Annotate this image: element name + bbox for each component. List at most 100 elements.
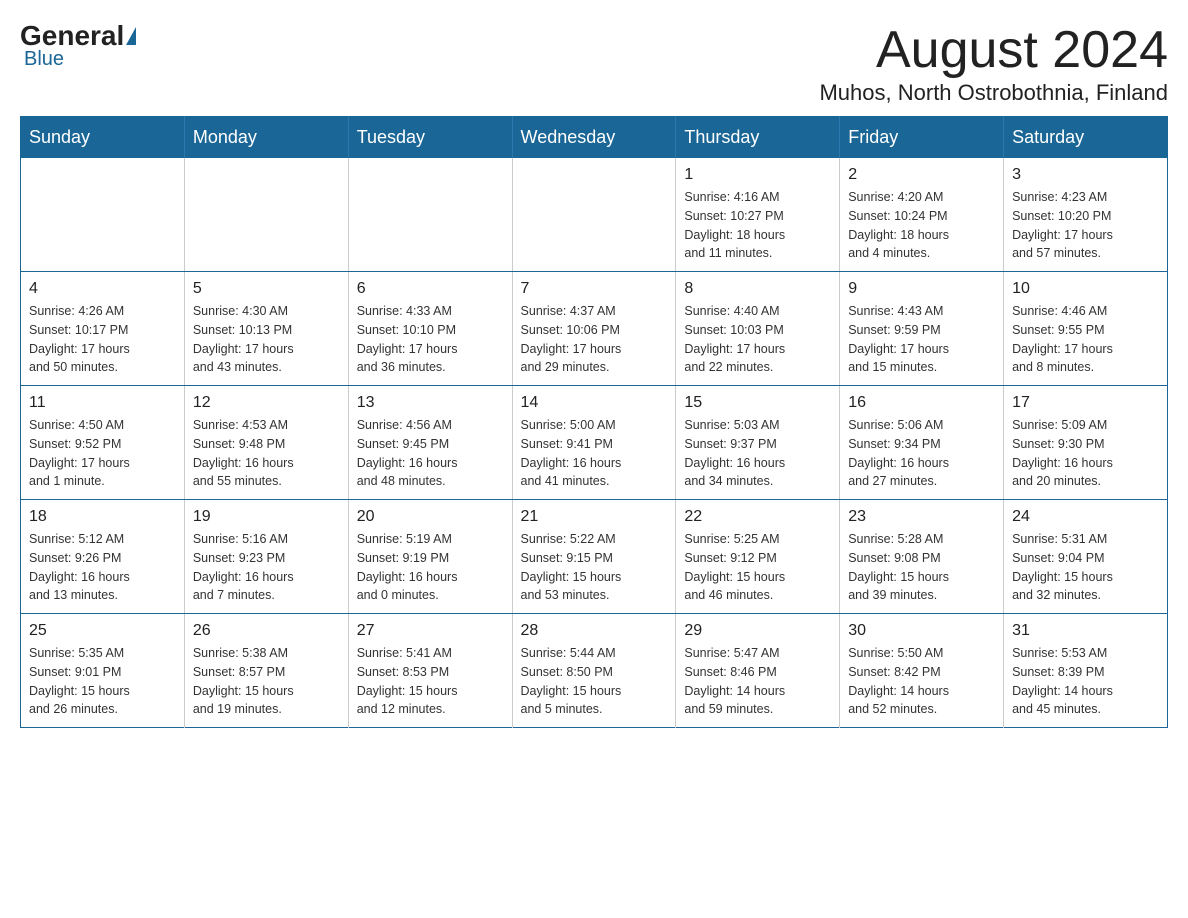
day-number: 13 [357, 394, 504, 412]
logo: General Blue [20, 20, 138, 71]
day-info: Sunrise: 4:43 AMSunset: 9:59 PMDaylight:… [848, 302, 995, 377]
weekday-header-monday: Monday [184, 117, 348, 159]
calendar-cell: 2 Sunrise: 4:20 AMSunset: 10:24 PMDayligh… [840, 158, 1004, 272]
day-number: 25 [29, 622, 176, 640]
weekday-header-row: SundayMondayTuesdayWednesdayThursdayFrid… [21, 117, 1168, 159]
day-number: 9 [848, 280, 995, 298]
day-number: 5 [193, 280, 340, 298]
day-number: 2 [848, 166, 995, 184]
day-info: Sunrise: 4:16 AMSunset: 10:27 PMDaylight… [684, 188, 831, 263]
day-number: 30 [848, 622, 995, 640]
location: Muhos, North Ostrobothnia, Finland [819, 80, 1168, 106]
calendar-cell [184, 158, 348, 272]
day-info: Sunrise: 5:28 AMSunset: 9:08 PMDaylight:… [848, 530, 995, 605]
calendar-cell: 30 Sunrise: 5:50 AMSunset: 8:42 PMDayligh… [840, 614, 1004, 728]
day-number: 6 [357, 280, 504, 298]
calendar-cell [348, 158, 512, 272]
day-info: Sunrise: 5:00 AMSunset: 9:41 PMDaylight:… [521, 416, 668, 491]
week-row-3: 11 Sunrise: 4:50 AMSunset: 9:52 PMDayligh… [21, 386, 1168, 500]
calendar-cell: 5 Sunrise: 4:30 AMSunset: 10:13 PMDayligh… [184, 272, 348, 386]
calendar-cell: 22 Sunrise: 5:25 AMSunset: 9:12 PMDayligh… [676, 500, 840, 614]
day-info: Sunrise: 5:41 AMSunset: 8:53 PMDaylight:… [357, 644, 504, 719]
day-number: 7 [521, 280, 668, 298]
day-info: Sunrise: 5:47 AMSunset: 8:46 PMDaylight:… [684, 644, 831, 719]
day-number: 1 [684, 166, 831, 184]
day-number: 8 [684, 280, 831, 298]
day-info: Sunrise: 5:38 AMSunset: 8:57 PMDaylight:… [193, 644, 340, 719]
day-number: 19 [193, 508, 340, 526]
page-header: General Blue August 2024 Muhos, North Os… [20, 20, 1168, 106]
day-number: 12 [193, 394, 340, 412]
day-info: Sunrise: 4:30 AMSunset: 10:13 PMDaylight… [193, 302, 340, 377]
calendar-cell: 8 Sunrise: 4:40 AMSunset: 10:03 PMDayligh… [676, 272, 840, 386]
calendar-cell: 14 Sunrise: 5:00 AMSunset: 9:41 PMDayligh… [512, 386, 676, 500]
day-number: 28 [521, 622, 668, 640]
weekday-header-saturday: Saturday [1004, 117, 1168, 159]
calendar-cell: 11 Sunrise: 4:50 AMSunset: 9:52 PMDayligh… [21, 386, 185, 500]
day-info: Sunrise: 5:03 AMSunset: 9:37 PMDaylight:… [684, 416, 831, 491]
day-number: 22 [684, 508, 831, 526]
day-info: Sunrise: 5:25 AMSunset: 9:12 PMDaylight:… [684, 530, 831, 605]
calendar-cell: 15 Sunrise: 5:03 AMSunset: 9:37 PMDayligh… [676, 386, 840, 500]
calendar-cell [512, 158, 676, 272]
calendar-cell: 17Sunrise: 5:09 AMSunset: 9:30 PMDayligh… [1004, 386, 1168, 500]
calendar-cell: 20Sunrise: 5:19 AMSunset: 9:19 PMDayligh… [348, 500, 512, 614]
calendar-cell: 13 Sunrise: 4:56 AMSunset: 9:45 PMDayligh… [348, 386, 512, 500]
day-number: 31 [1012, 622, 1159, 640]
day-number: 21 [521, 508, 668, 526]
day-number: 24 [1012, 508, 1159, 526]
day-info: Sunrise: 5:12 AMSunset: 9:26 PMDaylight:… [29, 530, 176, 605]
weekday-header-friday: Friday [840, 117, 1004, 159]
title-section: August 2024 Muhos, North Ostrobothnia, F… [819, 20, 1168, 106]
day-info: Sunrise: 4:50 AMSunset: 9:52 PMDaylight:… [29, 416, 176, 491]
day-info: Sunrise: 5:09 AMSunset: 9:30 PMDaylight:… [1012, 416, 1159, 491]
day-number: 14 [521, 394, 668, 412]
day-number: 16 [848, 394, 995, 412]
calendar-cell: 24 Sunrise: 5:31 AMSunset: 9:04 PMDayligh… [1004, 500, 1168, 614]
calendar-cell: 28Sunrise: 5:44 AMSunset: 8:50 PMDayligh… [512, 614, 676, 728]
week-row-5: 25Sunrise: 5:35 AMSunset: 9:01 PMDayligh… [21, 614, 1168, 728]
calendar-cell: 29Sunrise: 5:47 AMSunset: 8:46 PMDayligh… [676, 614, 840, 728]
day-info: Sunrise: 5:22 AMSunset: 9:15 PMDaylight:… [521, 530, 668, 605]
day-info: Sunrise: 5:06 AMSunset: 9:34 PMDaylight:… [848, 416, 995, 491]
day-info: Sunrise: 4:56 AMSunset: 9:45 PMDaylight:… [357, 416, 504, 491]
calendar-cell: 7 Sunrise: 4:37 AMSunset: 10:06 PMDayligh… [512, 272, 676, 386]
day-info: Sunrise: 4:33 AMSunset: 10:10 PMDaylight… [357, 302, 504, 377]
day-info: Sunrise: 5:16 AMSunset: 9:23 PMDaylight:… [193, 530, 340, 605]
day-info: Sunrise: 4:53 AMSunset: 9:48 PMDaylight:… [193, 416, 340, 491]
weekday-header-wednesday: Wednesday [512, 117, 676, 159]
calendar-cell: 21 Sunrise: 5:22 AMSunset: 9:15 PMDayligh… [512, 500, 676, 614]
day-number: 3 [1012, 166, 1159, 184]
calendar-cell: 23Sunrise: 5:28 AMSunset: 9:08 PMDayligh… [840, 500, 1004, 614]
day-info: Sunrise: 4:20 AMSunset: 10:24 PMDaylight… [848, 188, 995, 263]
day-number: 11 [29, 394, 176, 412]
weekday-header-sunday: Sunday [21, 117, 185, 159]
calendar-cell: 12 Sunrise: 4:53 AMSunset: 9:48 PMDayligh… [184, 386, 348, 500]
calendar-cell: 19 Sunrise: 5:16 AMSunset: 9:23 PMDayligh… [184, 500, 348, 614]
logo-blue: Blue [24, 48, 64, 71]
day-number: 10 [1012, 280, 1159, 298]
calendar-cell: 9 Sunrise: 4:43 AMSunset: 9:59 PMDaylight… [840, 272, 1004, 386]
day-info: Sunrise: 4:37 AMSunset: 10:06 PMDaylight… [521, 302, 668, 377]
logo-triangle-icon [126, 27, 136, 45]
weekday-header-thursday: Thursday [676, 117, 840, 159]
day-number: 26 [193, 622, 340, 640]
calendar-cell: 3Sunrise: 4:23 AMSunset: 10:20 PMDayligh… [1004, 158, 1168, 272]
week-row-2: 4Sunrise: 4:26 AMSunset: 10:17 PMDayligh… [21, 272, 1168, 386]
day-info: Sunrise: 4:40 AMSunset: 10:03 PMDaylight… [684, 302, 831, 377]
day-info: Sunrise: 5:53 AMSunset: 8:39 PMDaylight:… [1012, 644, 1159, 719]
calendar-cell: 31 Sunrise: 5:53 AMSunset: 8:39 PMDayligh… [1004, 614, 1168, 728]
day-number: 15 [684, 394, 831, 412]
day-info: Sunrise: 5:50 AMSunset: 8:42 PMDaylight:… [848, 644, 995, 719]
calendar-cell: 6 Sunrise: 4:33 AMSunset: 10:10 PMDayligh… [348, 272, 512, 386]
day-number: 20 [357, 508, 504, 526]
calendar-cell [21, 158, 185, 272]
calendar-cell: 26 Sunrise: 5:38 AMSunset: 8:57 PMDayligh… [184, 614, 348, 728]
calendar-cell: 25Sunrise: 5:35 AMSunset: 9:01 PMDayligh… [21, 614, 185, 728]
day-info: Sunrise: 5:31 AMSunset: 9:04 PMDaylight:… [1012, 530, 1159, 605]
calendar-table: SundayMondayTuesdayWednesdayThursdayFrid… [20, 116, 1168, 728]
calendar-cell: 18Sunrise: 5:12 AMSunset: 9:26 PMDayligh… [21, 500, 185, 614]
calendar-cell: 27Sunrise: 5:41 AMSunset: 8:53 PMDayligh… [348, 614, 512, 728]
calendar-cell: 1 Sunrise: 4:16 AMSunset: 10:27 PMDayligh… [676, 158, 840, 272]
week-row-4: 18Sunrise: 5:12 AMSunset: 9:26 PMDayligh… [21, 500, 1168, 614]
